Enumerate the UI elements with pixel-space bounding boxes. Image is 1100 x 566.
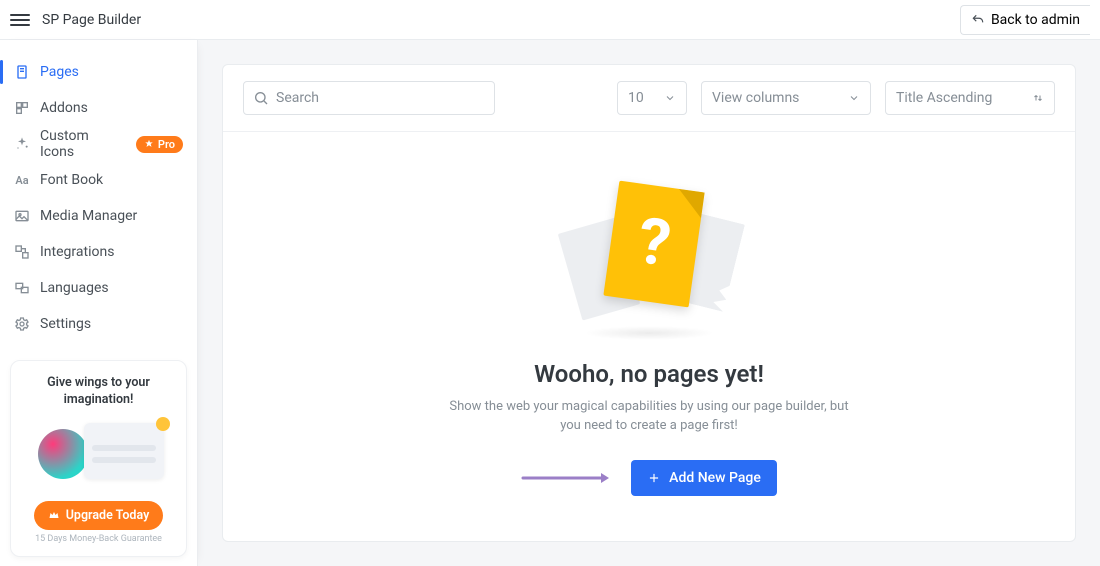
add-row: Add New Page (521, 460, 777, 496)
emoji-badge (156, 417, 170, 431)
gear-icon (14, 316, 30, 332)
sort-select[interactable]: Title Ascending (885, 81, 1055, 115)
sidebar-item-label: Addons (40, 100, 88, 116)
add-new-page-button[interactable]: Add New Page (631, 460, 777, 496)
sort-icon (1032, 92, 1044, 104)
sidebar: Pages Addons Custom Icons Pro Aa (0, 40, 198, 566)
panel-toolbar: 10 View columns Title Ascending (223, 65, 1075, 132)
chevron-down-icon (664, 92, 676, 104)
sidebar-item-label: Integrations (40, 244, 114, 260)
font-icon: Aa (14, 172, 30, 188)
avatar (38, 429, 88, 479)
integrations-icon (14, 244, 30, 260)
sidebar-item-languages[interactable]: Languages (0, 270, 197, 306)
promo-card: Give wings to your imagination! Upgrade … (10, 360, 187, 557)
sidebar-item-pages[interactable]: Pages (0, 54, 197, 90)
search-input[interactable] (243, 81, 495, 115)
pages-icon (14, 64, 30, 80)
limit-value: 10 (628, 90, 644, 106)
limit-select[interactable]: 10 (617, 81, 687, 115)
comment-card (84, 423, 164, 479)
sidebar-item-label: Pages (40, 64, 79, 80)
upgrade-button[interactable]: Upgrade Today (34, 501, 164, 530)
plus-icon (647, 471, 661, 485)
promo-title: Give wings to your imagination! (21, 375, 176, 409)
crown-icon (48, 509, 60, 521)
empty-illustration: ? (559, 176, 739, 336)
main: 10 View columns Title Ascending (198, 40, 1100, 566)
sidebar-nav: Pages Addons Custom Icons Pro Aa (0, 40, 197, 342)
sidebar-item-settings[interactable]: Settings (0, 306, 197, 342)
pro-badge: Pro (136, 136, 183, 153)
promo-note: 15 Days Money-Back Guarantee (21, 534, 176, 544)
back-to-admin-button[interactable]: Back to admin (960, 5, 1090, 35)
undo-icon (971, 13, 985, 27)
columns-placeholder: View columns (712, 90, 799, 106)
promo-illustration (34, 419, 164, 489)
sidebar-item-addons[interactable]: Addons (0, 90, 197, 126)
chevron-down-icon (848, 92, 860, 104)
pointer-arrow-icon (521, 471, 611, 485)
content-panel: 10 View columns Title Ascending (222, 64, 1076, 542)
search-wrap (243, 81, 495, 115)
sidebar-item-label: Custom Icons (40, 128, 126, 160)
sidebar-item-label: Settings (40, 316, 91, 332)
empty-state: ? Wooho, no pages yet! Show the web your… (223, 132, 1075, 541)
menu-toggle[interactable] (10, 10, 30, 30)
sidebar-item-media-manager[interactable]: Media Manager (0, 198, 197, 234)
sidebar-item-font-book[interactable]: Aa Font Book (0, 162, 197, 198)
sidebar-item-label: Languages (40, 280, 109, 296)
search-icon (253, 90, 269, 106)
sidebar-item-integrations[interactable]: Integrations (0, 234, 197, 270)
brand-title: SP Page Builder (42, 12, 141, 28)
sort-value: Title Ascending (896, 90, 992, 106)
media-icon (14, 208, 30, 224)
empty-description: Show the web your magical capabilities b… (449, 398, 849, 436)
languages-icon (14, 280, 30, 296)
topbar: SP Page Builder Back to admin (0, 0, 1100, 40)
sidebar-item-label: Font Book (40, 172, 103, 188)
sidebar-item-custom-icons[interactable]: Custom Icons Pro (0, 126, 197, 162)
sidebar-item-label: Media Manager (40, 208, 137, 224)
star-icon (144, 139, 154, 149)
question-mark-icon: ? (633, 203, 675, 282)
sparkle-icon (14, 136, 30, 152)
addons-icon (14, 100, 30, 116)
back-label: Back to admin (991, 12, 1080, 28)
toolbar-right: 10 View columns Title Ascending (617, 81, 1055, 115)
columns-select[interactable]: View columns (701, 81, 871, 115)
empty-title: Wooho, no pages yet! (534, 360, 764, 388)
layout: Pages Addons Custom Icons Pro Aa (0, 40, 1100, 566)
topbar-left: SP Page Builder (10, 10, 141, 30)
